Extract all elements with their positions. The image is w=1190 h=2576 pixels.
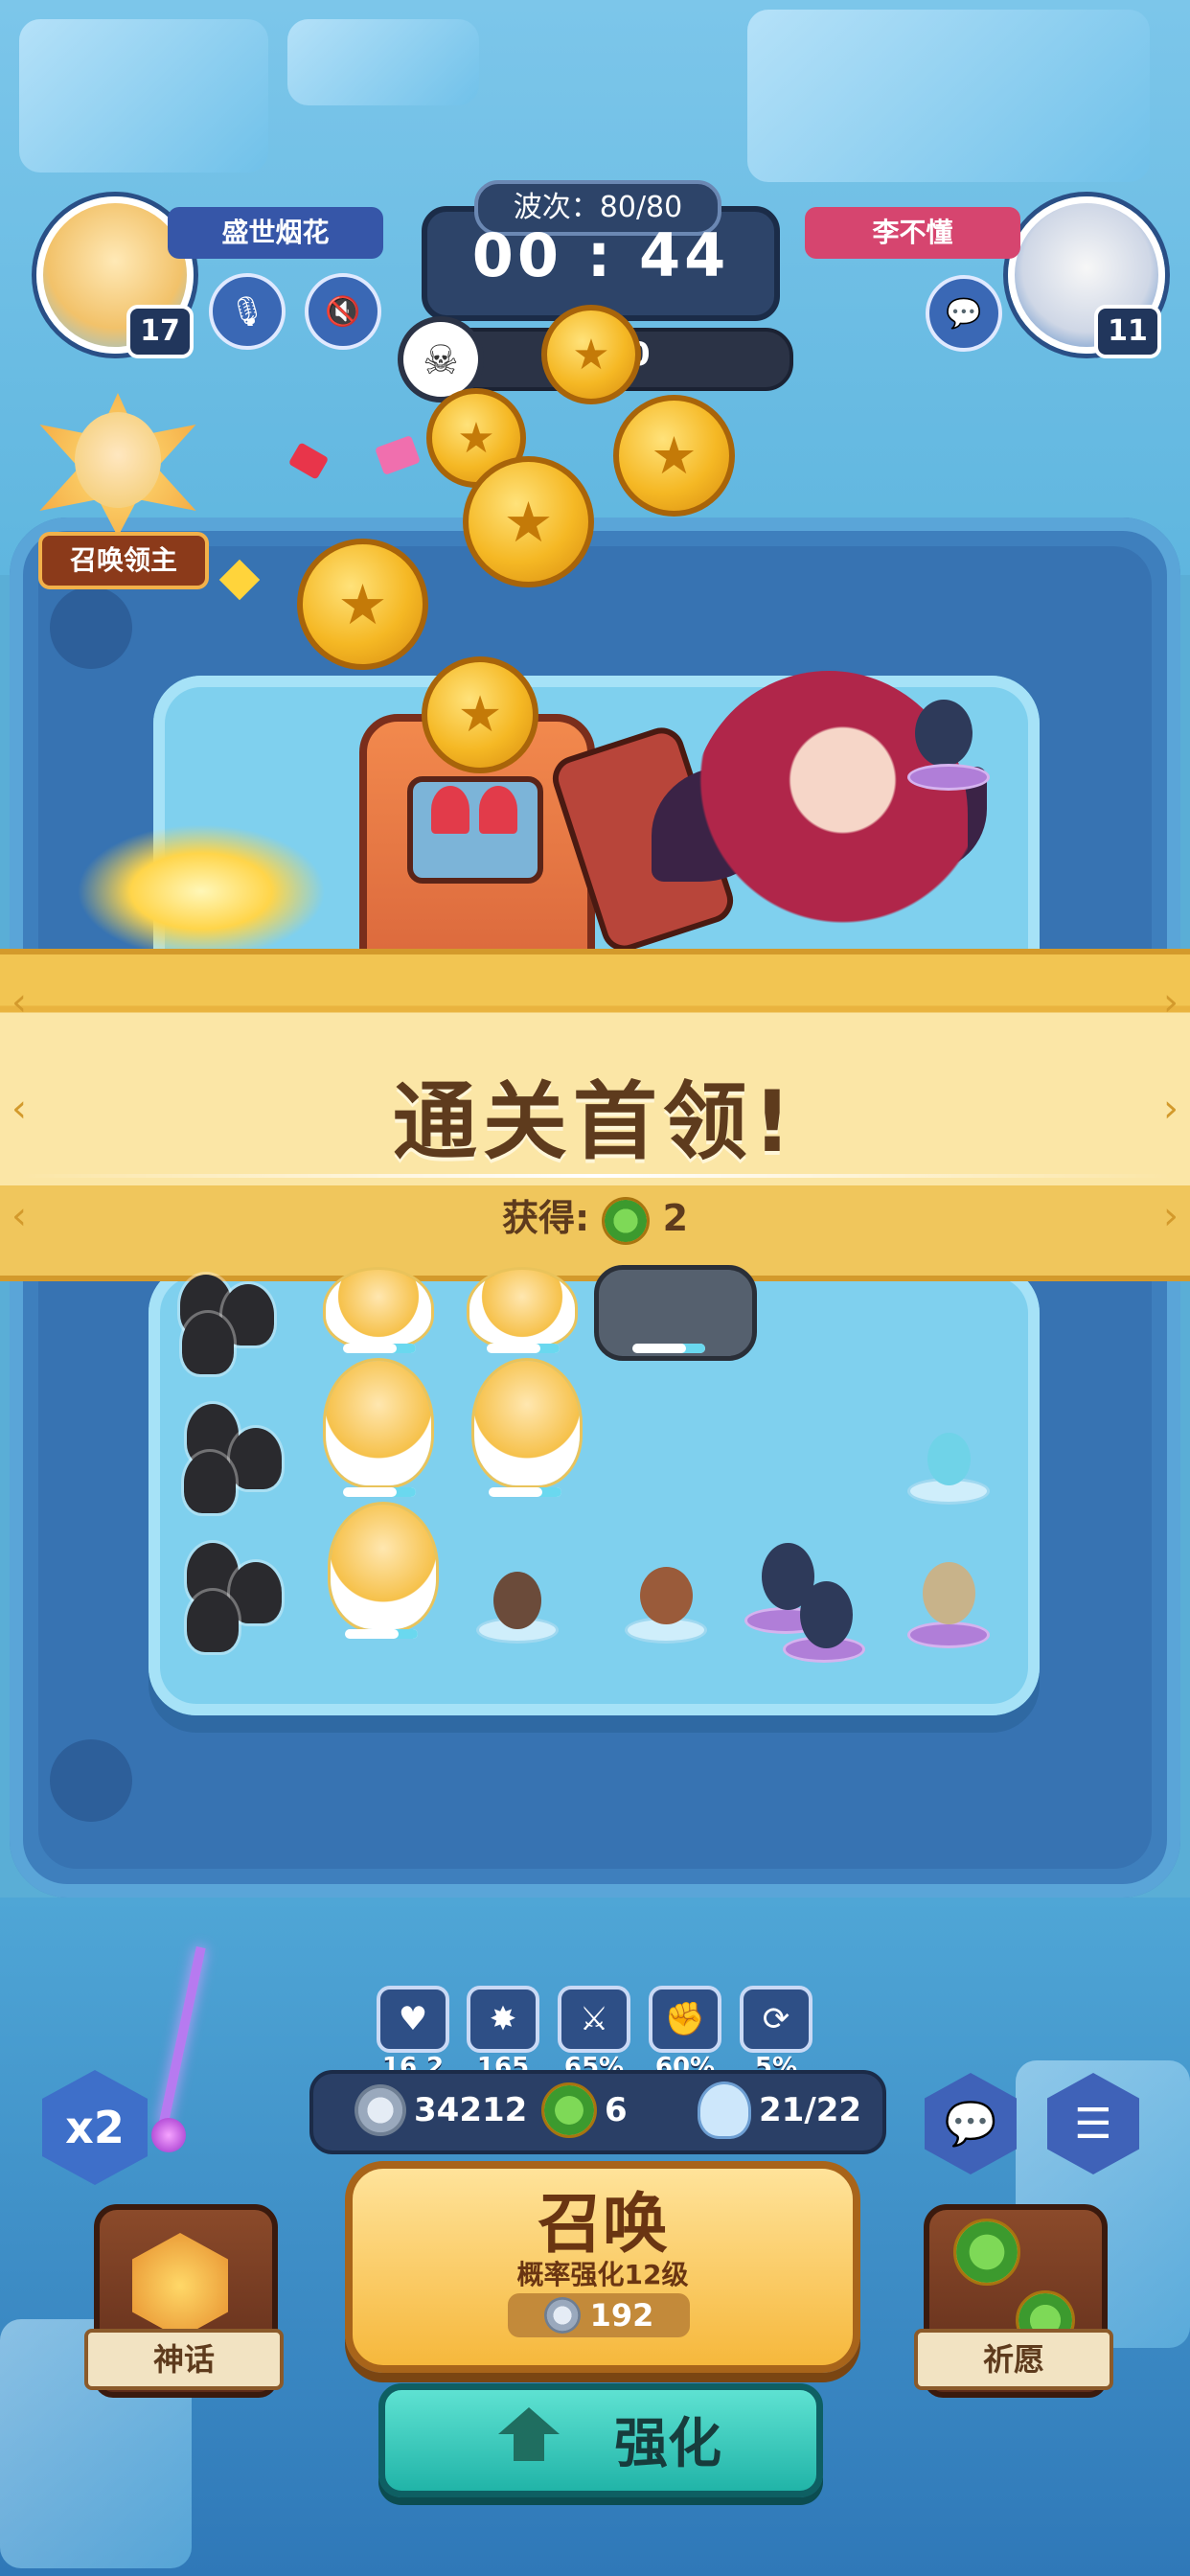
upgrade-label: 强化 [614, 2413, 721, 2475]
reward-amount: 2 [662, 1197, 689, 1239]
unit-capacity-icon [698, 2082, 751, 2139]
ninja-unit [187, 1591, 239, 1652]
angel-unit [326, 1270, 431, 1346]
silver-gear-icon [355, 2084, 406, 2136]
clover-coin-icon [541, 2082, 597, 2138]
star-coin-icon: ★ [613, 395, 735, 517]
clover-coin-icon [953, 2219, 1020, 2286]
warrior-unit [493, 1572, 541, 1629]
heart-icon [431, 786, 469, 834]
summon-lord-label[interactable]: 召唤领主 [38, 532, 209, 589]
countdown-timer: 00 : 44 [471, 220, 730, 290]
reward-label: 获得: [501, 1197, 590, 1239]
mic-muted-icon: 🎙 [228, 294, 266, 329]
cooldown-up-icon: ⟳ [740, 1986, 812, 2053]
sword-up-icon: ⚔ [558, 1986, 630, 2053]
angel-unit [474, 1361, 580, 1485]
chat-muted-button[interactable]: 🔇 [305, 273, 381, 350]
player-right-name: 李不懂 [805, 207, 1020, 259]
speech-bubble-icon: 💬 [946, 296, 982, 331]
fist-up-icon: ✊ [649, 1986, 721, 2053]
star-coin-icon: ★ [422, 656, 538, 773]
ninja-unit [184, 1452, 236, 1513]
monkey-unit [640, 1567, 693, 1624]
clover-resource: 6 [541, 2082, 628, 2138]
spawn-portal [50, 1739, 132, 1822]
chat-button[interactable]: 💬 [926, 275, 1002, 352]
unit-hp-bar [345, 1629, 418, 1639]
mic-muted-button[interactable]: 🎙 [209, 273, 286, 350]
angel-unit [469, 1270, 575, 1346]
banner-reward: 获得: 2 [0, 1188, 1190, 1245]
stat-hp[interactable]: ♥ 16.2 [377, 1986, 449, 2082]
angel-unit [331, 1505, 436, 1629]
wish-label[interactable]: 祈愿 [914, 2329, 1113, 2390]
silver-gear-icon [543, 2297, 581, 2334]
heart-icon [479, 786, 517, 834]
ninja-unit [182, 1313, 234, 1374]
player-left-name: 盛世烟花 [168, 207, 383, 259]
summon-cost-value: 192 [589, 2297, 654, 2334]
unit-hp-bar [489, 1487, 561, 1497]
star-coin-icon: ★ [463, 456, 594, 587]
magic-orb-icon [151, 2118, 186, 2152]
stat-power[interactable]: ✊ 60% [649, 1986, 721, 2082]
penguin-unit [800, 1581, 853, 1648]
unit-hp-bar [632, 1344, 705, 1353]
summon-title: 召唤 [537, 2187, 668, 2263]
crit-icon: ✸ [467, 1986, 539, 2053]
hamburger-menu-icon: ☰ [1074, 2099, 1112, 2149]
unit-hp-bar [487, 1344, 560, 1353]
spawn-portal [50, 586, 132, 669]
player-right-level: 11 [1094, 305, 1161, 358]
clover-amount: 6 [605, 2091, 628, 2129]
star-coin-icon: ★ [541, 305, 641, 404]
holy-light-effect [77, 824, 326, 958]
star-coin-icon: ★ [297, 539, 428, 670]
silver-amount: 34212 [414, 2091, 528, 2129]
ninja-unit [230, 1428, 282, 1489]
player-left-level: 17 [126, 305, 194, 358]
summon-cost: 192 [508, 2293, 690, 2337]
stat-crit[interactable]: ✸ 165 [467, 1986, 539, 2082]
lord-face-icon [75, 412, 161, 508]
stat-attack[interactable]: ⚔ 65% [558, 1986, 630, 2082]
unit-capacity: 21/22 [698, 2082, 862, 2139]
unit-capacity-value: 21/22 [759, 2091, 862, 2129]
speech-bubble-icon: 💬 [944, 2100, 997, 2149]
goblin-unit [923, 1562, 975, 1624]
water-spirit-unit [927, 1433, 971, 1485]
clover-coin-icon [602, 1196, 651, 1245]
unit-hp-bar [343, 1344, 416, 1353]
ice-crystal-decoration [287, 19, 479, 105]
myth-label[interactable]: 神话 [84, 2329, 284, 2390]
stat-cooldown[interactable]: ⟳ 5% [740, 1986, 812, 2082]
silver-resource: 34212 [355, 2084, 527, 2136]
chat-muted-icon: 🔇 [325, 294, 361, 329]
unit-platform [910, 1624, 987, 1645]
slot-machine-screen [407, 776, 543, 884]
heart-icon: ♥ [377, 1986, 449, 2053]
ice-crystal-decoration [19, 19, 268, 172]
unit-platform [910, 767, 987, 788]
banner-title: 通关首领! [392, 1072, 798, 1171]
summon-subtitle: 概率强化12级 [516, 2259, 689, 2290]
ice-crystal-decoration [747, 10, 1150, 182]
unit-hp-bar [343, 1487, 416, 1497]
angel-unit [326, 1361, 431, 1485]
penguin-unit [915, 700, 973, 767]
